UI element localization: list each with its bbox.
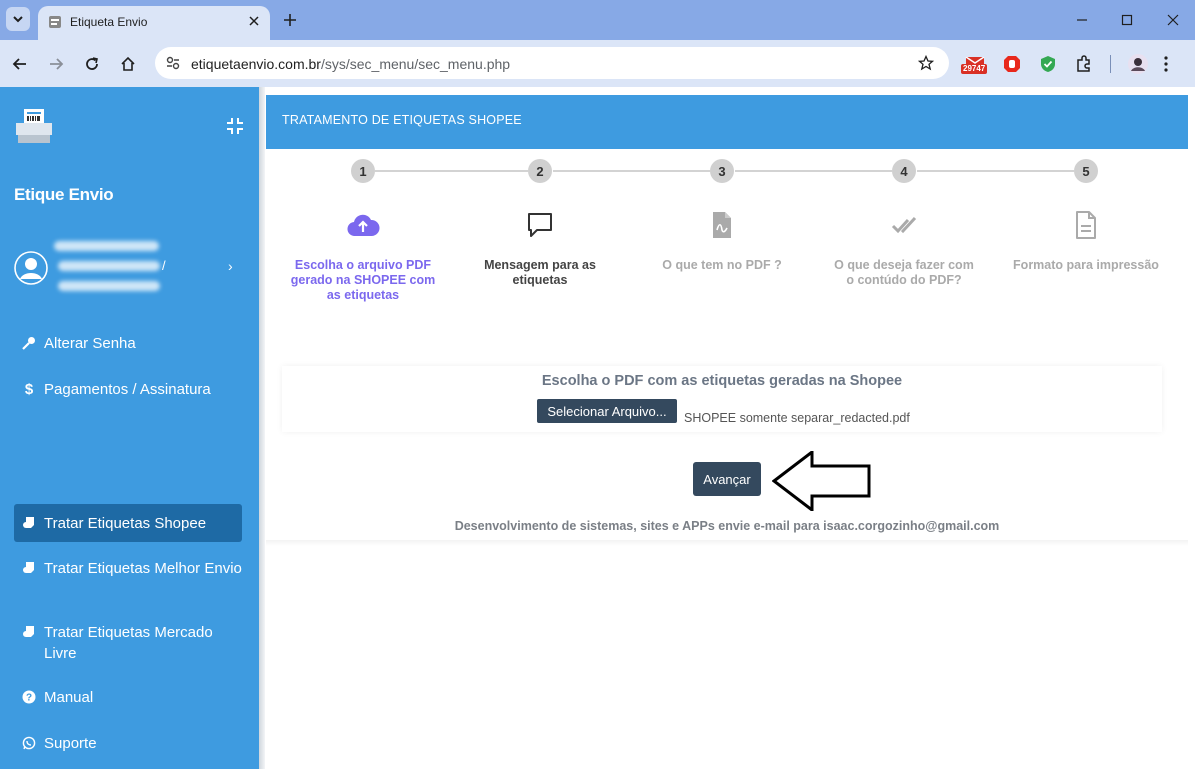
label-icon — [22, 515, 36, 531]
question-icon: ? — [22, 689, 36, 705]
toolbar-separator — [1110, 55, 1111, 73]
address-bar[interactable]: etiquetaenvio.com.br/sys/sec_menu/sec_me… — [155, 47, 949, 79]
sidebar-item-manual[interactable]: ? Manual — [14, 687, 242, 711]
new-tab-icon[interactable] — [280, 10, 300, 30]
footer-credit: Desenvolvimento de sistemas, sites e APP… — [454, 519, 1000, 533]
whatsapp-icon — [22, 735, 36, 751]
back-icon[interactable] — [8, 52, 32, 76]
tab-search-button[interactable] — [6, 7, 30, 31]
arrow-left-annotation-icon — [772, 451, 871, 511]
redacted-user-name — [54, 241, 159, 251]
dollar-icon: $ — [24, 380, 34, 398]
step-connector — [553, 170, 710, 172]
sidebar-shadow — [259, 87, 265, 769]
redacted-user-login — [58, 261, 160, 271]
advance-button[interactable]: Avançar — [693, 462, 761, 496]
cloud-upload-icon — [346, 208, 380, 242]
chevron-right-icon: › — [228, 258, 233, 274]
step-3-label: O que tem no PDF ? — [662, 258, 782, 272]
browser-menu-icon[interactable] — [1164, 54, 1168, 74]
browser-toolbar: etiquetaenvio.com.br/sys/sec_menu/sec_me… — [0, 40, 1195, 87]
browser-tab-bar: Etiqueta Envio — [0, 0, 1195, 40]
url-text: etiquetaenvio.com.br/sys/sec_menu/sec_me… — [191, 56, 511, 72]
step-connector — [375, 170, 528, 172]
step-1-number: 1 — [351, 159, 375, 183]
step-4-number: 4 — [892, 159, 916, 183]
browser-tab[interactable]: Etiqueta Envio — [38, 6, 270, 40]
double-check-icon — [887, 208, 921, 242]
tab-title: Etiqueta Envio — [70, 15, 148, 29]
sidebar-item-suporte[interactable]: Suporte — [14, 733, 242, 757]
site-settings-icon[interactable] — [163, 53, 183, 73]
sidebar: Etique Envio / › Alterar Senha $ Pagamen… — [0, 87, 259, 769]
chevron-down-icon — [13, 16, 23, 23]
sidebar-item-tratar-melhor-envio[interactable]: Tratar Etiquetas Melhor Envio — [14, 558, 242, 602]
label-icon — [22, 560, 36, 576]
message-icon — [523, 208, 557, 242]
forward-icon[interactable] — [44, 52, 68, 76]
user-avatar-icon — [14, 251, 48, 285]
document-icon — [1069, 208, 1103, 242]
step-1-label: Escolha o arquivo PDF gerado na SHOPEE c… — [290, 258, 436, 302]
shield-icon[interactable] — [1039, 54, 1057, 74]
panel-title: TRATAMENTO DE ETIQUETAS SHOPEE — [282, 113, 522, 127]
step-connector — [735, 170, 892, 172]
collapse-icon[interactable] — [226, 117, 244, 135]
step-5-label: Formato para impressão — [1013, 258, 1159, 272]
label-icon — [22, 624, 36, 640]
extension-badge: 29747 — [961, 64, 988, 74]
upload-card: Escolha o PDF com as etiquetas geradas n… — [282, 366, 1162, 432]
step-5-number: 5 — [1074, 159, 1098, 183]
maximize-icon[interactable] — [1117, 10, 1137, 30]
select-file-button[interactable]: Selecionar Arquivo... — [537, 399, 677, 423]
brand-name: Etique Envio — [14, 185, 114, 204]
footer-divider — [266, 540, 1188, 546]
extensions-puzzle-icon[interactable] — [1075, 54, 1093, 74]
step-2-label: Mensagem para as etiquetas — [484, 258, 596, 287]
globe-icon — [49, 16, 61, 28]
close-window-icon[interactable] — [1163, 10, 1183, 30]
svg-text:?: ? — [26, 693, 32, 704]
panel-header: TRATAMENTO DE ETIQUETAS SHOPEE — [266, 95, 1188, 149]
bookmark-star-icon[interactable] — [917, 54, 935, 72]
step-4-label: O que deseja fazer com o contúdo do PDF? — [834, 258, 974, 287]
user-separator: / — [162, 258, 166, 273]
redacted-user-email — [58, 281, 160, 291]
reload-icon[interactable] — [80, 52, 104, 76]
minimize-icon[interactable] — [1072, 10, 1092, 30]
pdf-file-icon — [705, 208, 739, 242]
sidebar-item-tratar-mercado-livre[interactable]: Tratar Etiquetas Mercado Livre — [14, 622, 242, 666]
step-connector — [917, 170, 1074, 172]
key-icon — [22, 335, 36, 351]
adblock-icon[interactable] — [1003, 54, 1021, 74]
label-printer-logo-icon — [16, 109, 52, 143]
step-2-number: 2 — [528, 159, 552, 183]
sidebar-item-pagamentos[interactable]: $ Pagamentos / Assinatura — [14, 379, 242, 403]
home-icon[interactable] — [116, 52, 140, 76]
close-tab-icon[interactable] — [246, 13, 262, 29]
sidebar-item-alterar-senha[interactable]: Alterar Senha — [14, 333, 242, 357]
profile-avatar-icon[interactable] — [1128, 54, 1148, 74]
step-3-number: 3 — [710, 159, 734, 183]
sidebar-item-tratar-shopee[interactable]: Tratar Etiquetas Shopee — [14, 504, 242, 542]
upload-title: Escolha o PDF com as etiquetas geradas n… — [541, 373, 903, 389]
user-profile[interactable]: / › — [14, 235, 244, 295]
selected-file-name: SHOPEE somente separar_redacted.pdf — [684, 411, 910, 425]
